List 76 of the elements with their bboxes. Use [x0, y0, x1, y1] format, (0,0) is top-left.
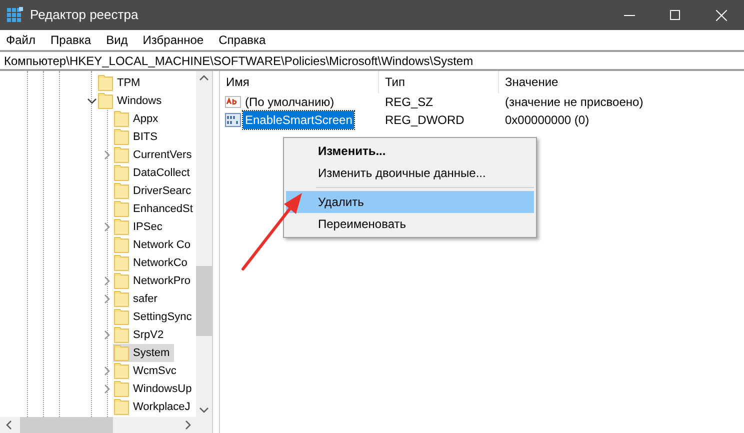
column-header[interactable]: Имя	[220, 71, 379, 93]
table-cell-text: 0x00000000 (0)	[504, 112, 590, 129]
chevron-down-icon[interactable]	[86, 98, 96, 104]
tree-item[interactable]: CurrentVers	[113, 146, 196, 164]
menu-item[interactable]: Правка	[50, 31, 92, 49]
tree-item[interactable]: DataCollect	[113, 164, 194, 182]
folder-icon	[114, 237, 129, 253]
tree-item[interactable]: NetworkCo	[113, 254, 192, 272]
menu-item[interactable]: Переименовать	[286, 213, 534, 235]
tree-item[interactable]: WorkplaceJ	[113, 398, 194, 416]
string-value-icon	[225, 94, 241, 110]
chevron-right-icon[interactable]	[104, 276, 111, 286]
menu-item[interactable]: Справка	[218, 31, 266, 49]
table-cell-text: REG_SZ	[384, 94, 434, 111]
folder-icon	[98, 93, 113, 109]
folder-icon	[114, 291, 129, 307]
tree-item[interactable]: NetworkPro	[113, 272, 194, 290]
tree-item[interactable]: EnhancedSt	[113, 200, 197, 218]
menu-item[interactable]: Вид	[106, 31, 128, 49]
app-icon	[7, 7, 23, 23]
tree-item[interactable]: IPSec	[113, 218, 166, 236]
table-cell-text: REG_DWORD	[384, 112, 466, 129]
maximize-icon	[670, 10, 680, 20]
chevron-right-icon[interactable]	[104, 294, 111, 304]
chevron-right-icon[interactable]	[104, 222, 111, 232]
folder-icon	[114, 363, 129, 379]
folder-icon	[114, 309, 129, 325]
minimize-icon	[624, 14, 634, 16]
binary-value-icon	[225, 112, 241, 128]
window-title: Редактор реестра	[30, 6, 138, 24]
tree-item[interactable]: Appx	[113, 110, 162, 128]
column-header[interactable]: Тип	[379, 71, 499, 93]
menu-item[interactable]: Файл	[6, 31, 36, 49]
tree-item[interactable]: WcmSvc	[113, 362, 180, 380]
folder-icon	[114, 165, 129, 181]
menu-item[interactable]: Изменить...	[286, 140, 534, 162]
chevron-right-icon[interactable]	[104, 150, 111, 160]
tree-item[interactable]: SettingSync	[113, 308, 196, 326]
table-cell-text: (значение не присвоено)	[504, 94, 644, 111]
folder-icon	[114, 381, 129, 397]
tree-item[interactable]: SrpV2	[113, 326, 168, 344]
vertical-scrollbar[interactable]	[196, 71, 212, 417]
tree-item[interactable]: safer	[113, 290, 162, 308]
tree-item[interactable]: TPM	[97, 74, 144, 92]
folder-icon	[114, 111, 129, 127]
chevron-right-icon[interactable]	[104, 366, 111, 376]
folder-icon	[114, 201, 129, 217]
folder-icon	[114, 345, 129, 361]
folder-icon	[114, 273, 129, 289]
menu-item[interactable]: Удалить	[286, 191, 534, 213]
tree-item[interactable]: WindowsUp	[113, 380, 196, 398]
menu-item[interactable]: Изменить двоичные данные...	[286, 162, 534, 184]
horizontal-scrollbar[interactable]	[0, 417, 212, 433]
scroll-thumb[interactable]	[196, 266, 212, 336]
menu-item[interactable]: Избранное	[142, 31, 204, 49]
folder-icon	[114, 255, 129, 271]
tree-item[interactable]: DriverSearc	[113, 182, 196, 200]
folder-icon	[114, 129, 129, 145]
tree-item[interactable]: BITS	[113, 128, 162, 146]
folder-icon	[114, 327, 129, 343]
close-icon	[716, 10, 726, 20]
chevron-right-icon[interactable]	[104, 384, 111, 394]
value-name[interactable]: (По умолчанию)	[243, 93, 336, 111]
folder-icon	[114, 219, 129, 235]
folder-icon	[114, 147, 129, 163]
chevron-right-icon[interactable]	[104, 330, 111, 340]
column-header[interactable]: Значение	[499, 71, 699, 93]
tree-item[interactable]: System	[113, 344, 174, 362]
value-name[interactable]: EnableSmartScreen	[243, 111, 354, 129]
folder-icon	[98, 75, 113, 91]
address-field[interactable]: Компьютер\HKEY_LOCAL_MACHINE\SOFTWARE\Policies\Microsoft\Windows\System	[0, 50, 744, 71]
folder-icon	[114, 399, 129, 415]
tree-item[interactable]: Windows	[97, 92, 166, 110]
folder-icon	[114, 183, 129, 199]
tree-item[interactable]: Network Co	[113, 236, 194, 254]
scroll-thumb[interactable]	[20, 417, 113, 433]
